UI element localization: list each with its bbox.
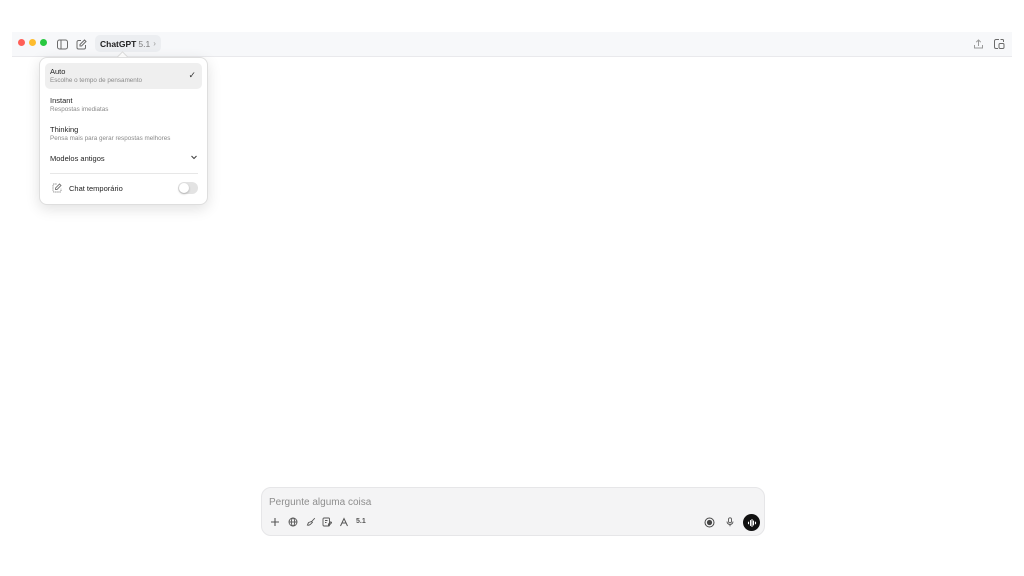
microphone-icon[interactable] [724,516,736,528]
message-composer: 5.1 [261,487,765,536]
legacy-models-label: Modelos antigos [50,154,105,163]
chevron-down-icon [190,153,198,163]
sidebar-toggle-icon[interactable] [54,36,70,52]
option-subtitle: Respostas imediatas [50,106,109,113]
model-version-badge[interactable]: 5.1 [356,518,366,525]
option-subtitle: Escolhe o tempo de pensamento [50,77,143,84]
plus-icon[interactable] [269,516,281,528]
model-version: 5.1 [138,38,151,49]
canvas-icon[interactable] [321,516,333,528]
option-subtitle: Pensa mais para gerar respostas melhores [50,135,171,142]
model-selector-button[interactable]: ChatGPT 5.1 › [95,35,161,52]
model-option-auto[interactable]: Auto Escolhe o tempo de pensamento ✓ [45,63,202,89]
temporary-chat-icon [52,183,62,193]
zoom-window-button[interactable] [40,39,47,46]
temporary-chat-toggle[interactable] [178,182,198,194]
model-name: ChatGPT [100,38,137,49]
new-chat-icon[interactable] [73,36,89,52]
model-menu: Auto Escolhe o tempo de pensamento ✓ Ins… [39,57,208,205]
option-title: Thinking [50,125,79,134]
record-icon[interactable] [703,516,715,528]
close-window-button[interactable] [18,39,25,46]
temporary-chat-item[interactable]: Chat temporário [50,182,198,196]
voice-wave-icon [747,518,756,527]
checkmark-icon: ✓ [188,70,196,80]
model-option-instant[interactable]: Instant Respostas imediatas [45,92,202,118]
minimize-window-button[interactable] [29,39,36,46]
share-icon[interactable] [970,36,986,52]
paint-icon[interactable] [305,516,317,528]
toggle-knob [179,183,189,193]
option-title: Auto [50,67,66,76]
legacy-models-item[interactable]: Modelos antigos [50,154,198,166]
title-bar: ChatGPT 5.1 › [12,32,1012,57]
chevron-right-icon: › [153,39,156,48]
globe-icon[interactable] [287,516,299,528]
model-option-thinking[interactable]: Thinking Pensa mais para gerar respostas… [45,121,202,147]
message-input[interactable] [269,495,569,509]
menu-divider [50,173,198,174]
new-window-icon[interactable] [991,36,1007,52]
agent-icon[interactable] [338,516,350,528]
temporary-chat-label: Chat temporário [69,184,123,193]
voice-mode-button[interactable] [743,514,760,531]
option-title: Instant [50,96,73,105]
